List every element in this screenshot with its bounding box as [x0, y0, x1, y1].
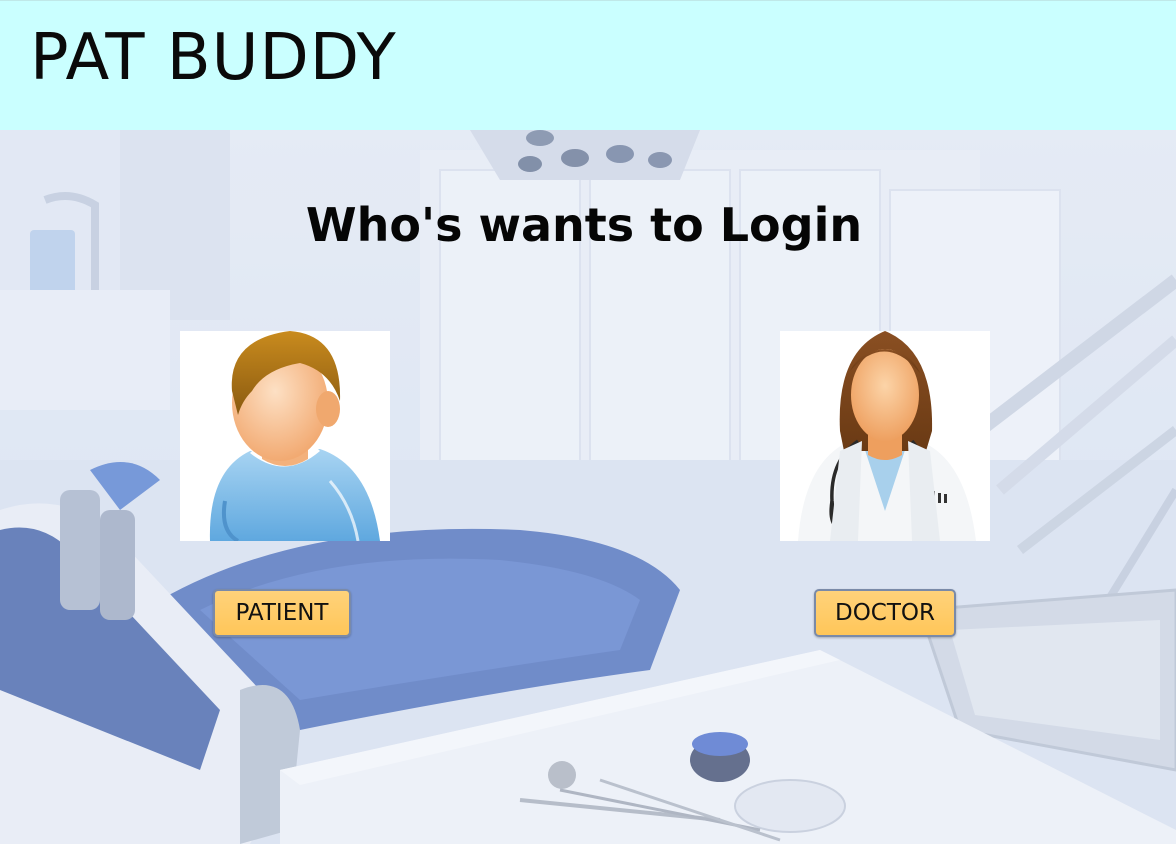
patient-button[interactable]: PATIENT	[213, 589, 351, 637]
patient-avatar-icon	[209, 331, 380, 541]
app-header: PAT BUDDY	[0, 0, 1176, 130]
app-title: PAT BUDDY	[30, 21, 397, 95]
background-dental-clinic-image: Who's wants to Login PATIENT DOCTOR	[0, 130, 1176, 844]
doctor-avatar-icon	[798, 331, 976, 541]
doctor-avatar-card[interactable]	[780, 331, 990, 541]
doctor-button[interactable]: DOCTOR	[814, 589, 956, 637]
login-heading: Who's wants to Login	[305, 198, 863, 252]
patient-avatar-card[interactable]	[180, 331, 390, 541]
